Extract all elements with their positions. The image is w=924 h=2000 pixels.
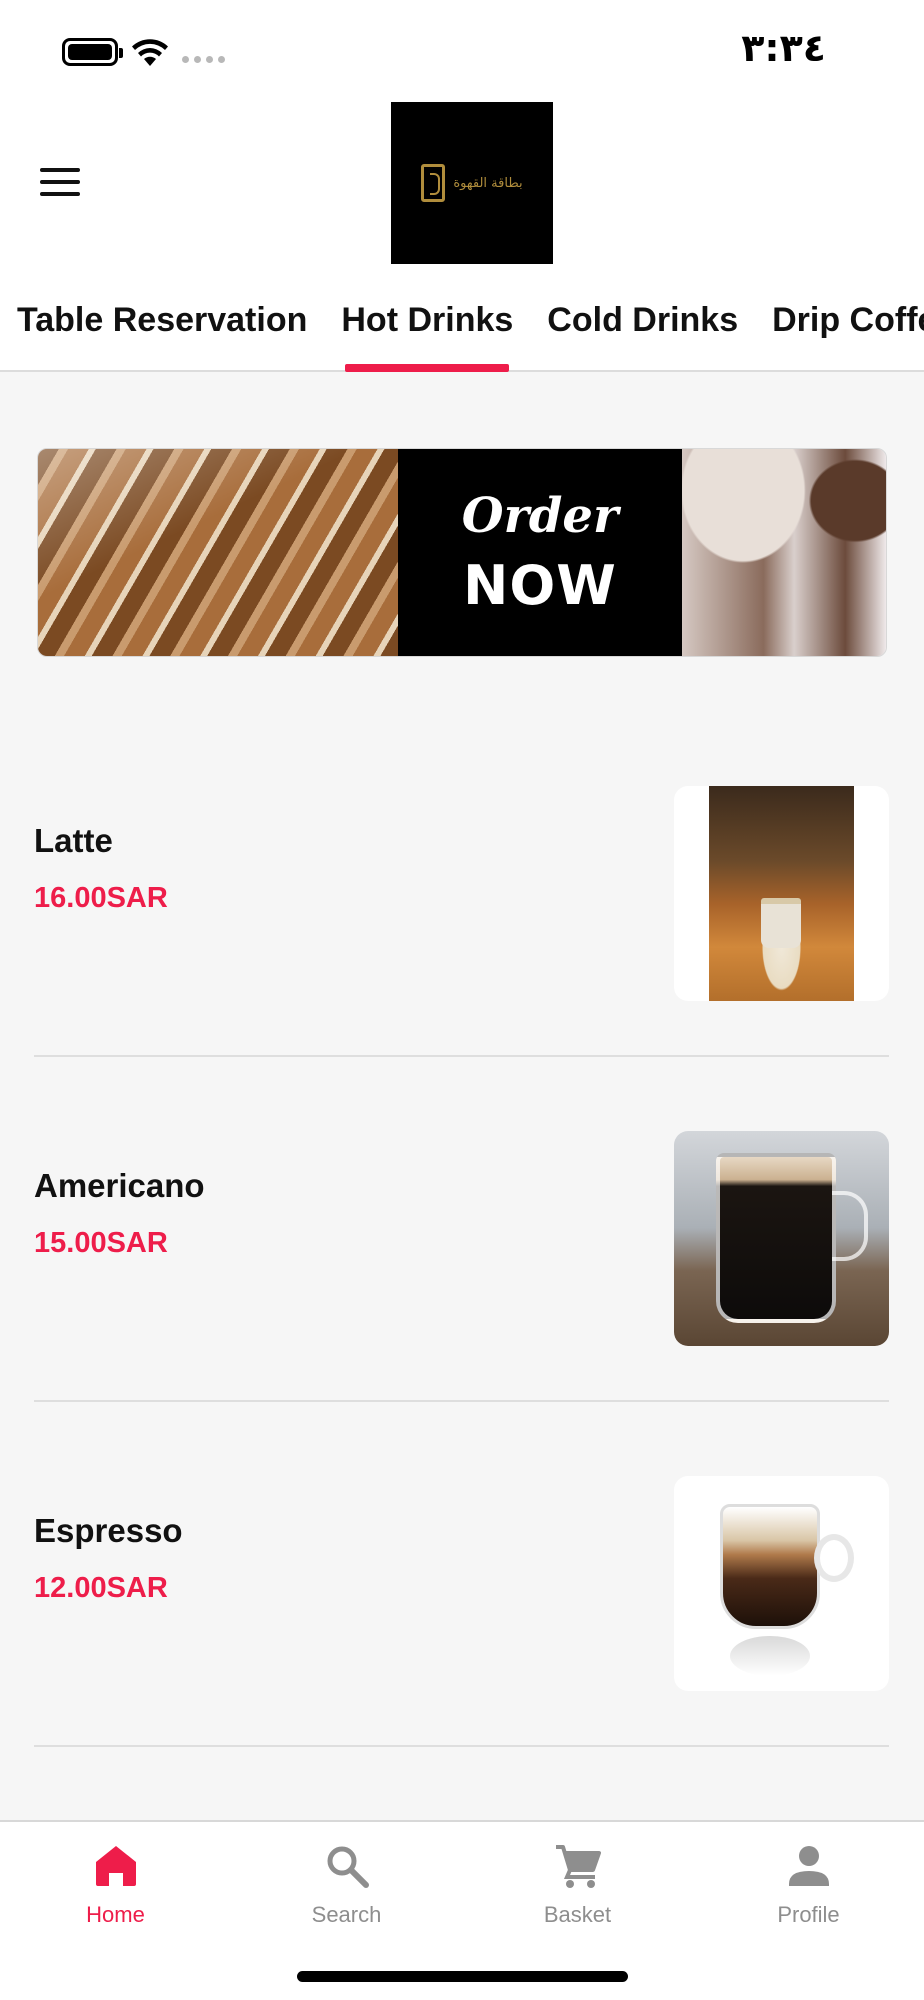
banner-order-text: Order — [461, 488, 619, 544]
brand-logo[interactable]: بطاقة القهوة — [391, 102, 553, 264]
product-name: Americano — [34, 1167, 205, 1204]
product-price: 15.00SAR — [34, 1227, 168, 1259]
nav-home-label: Home — [86, 1902, 145, 1927]
nav-basket-label: Basket — [543, 1902, 612, 1927]
battery-icon — [62, 38, 123, 66]
home-icon — [95, 1846, 136, 1886]
logo-mark-icon — [421, 164, 446, 202]
product-item-espresso[interactable]: Espresso 12.00SAR — [34, 1402, 889, 1747]
espresso-photo — [674, 1476, 889, 1691]
banner-dessert-image — [38, 449, 398, 656]
home-indicator[interactable] — [297, 1971, 628, 1982]
product-item-americano[interactable]: Americano 15.00SAR — [34, 1057, 889, 1402]
app-header: بطاقة القهوة Table Reservation Hot Drink… — [0, 100, 924, 372]
latte-photo — [674, 786, 889, 1001]
cart-icon — [555, 1845, 601, 1888]
nav-profile-label: Profile — [777, 1902, 840, 1927]
product-name: Espresso — [34, 1512, 183, 1549]
product-price: 12.00SAR — [34, 1572, 168, 1604]
tab-drip-coffee[interactable]: Drip Coffee — [755, 295, 924, 372]
product-price: 16.00SAR — [34, 882, 168, 914]
search-icon — [327, 1846, 369, 1888]
wifi-icon — [132, 39, 168, 66]
signal-dots-icon — [182, 56, 225, 64]
nav-search-label: Search — [311, 1902, 382, 1927]
nav-home[interactable]: Home — [0, 1822, 231, 2000]
product-item-latte[interactable]: Latte 16.00SAR — [34, 712, 889, 1057]
hamburger-menu-icon[interactable] — [34, 162, 86, 202]
tab-table-reservation[interactable]: Table Reservation — [0, 295, 324, 372]
promo-banner[interactable]: Order NOW — [37, 448, 887, 657]
category-tabs: Table Reservation Hot Drinks Cold Drinks… — [0, 295, 924, 372]
person-icon — [788, 1846, 829, 1886]
americano-photo — [674, 1131, 889, 1346]
tab-hot-drinks[interactable]: Hot Drinks — [324, 295, 530, 372]
tab-cold-drinks[interactable]: Cold Drinks — [530, 295, 755, 372]
banner-drinks-image — [682, 449, 886, 656]
nav-profile[interactable]: Profile — [693, 1822, 924, 2000]
product-name: Latte — [34, 822, 113, 859]
banner-now-text: NOW — [463, 554, 617, 617]
status-time: ٣:٣٤ — [741, 26, 826, 70]
banner-text-panel: Order NOW — [398, 449, 682, 656]
logo-text: بطاقة القهوة — [453, 175, 523, 191]
status-bar: ٣:٣٤ — [0, 0, 924, 100]
